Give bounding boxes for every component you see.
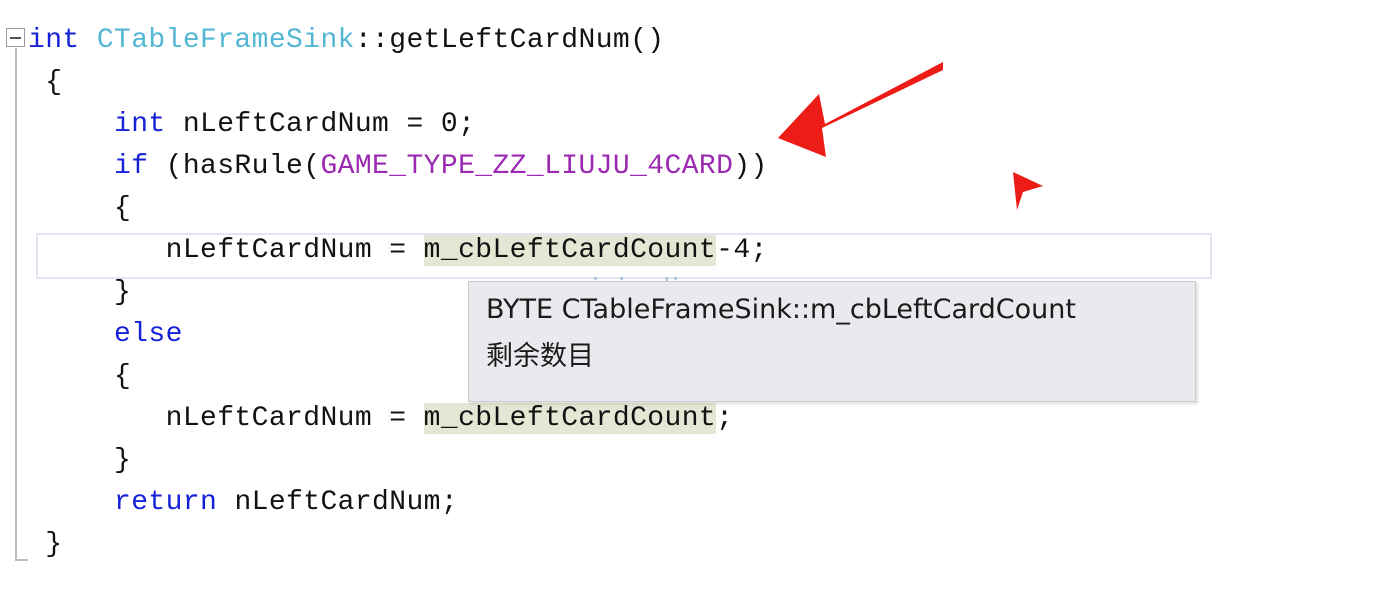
line-close-brace-token-0: } (28, 529, 63, 560)
line-if-hasrule-token-3: )) (733, 151, 768, 182)
line-if-hasrule-token-0: if (28, 151, 166, 182)
line-else-close-brace-token-0: } (28, 445, 132, 476)
line-if-hasrule-token-2: GAME_TYPE_ZZ_LIUJU_4CARD (320, 151, 734, 182)
line-if-open-brace-token-0: { (28, 193, 132, 224)
line-signature-token-1: CTableFrameSink (96, 25, 355, 56)
line-signature-token-0: int (28, 25, 97, 56)
line-assign-minus4[interactable]: nLeftCardNum = m_cbLeftCardCount-4; (28, 230, 768, 272)
line-signature-token-2: ::getLeftCardNum() (354, 25, 665, 56)
line-assign-minus4-token-1: m_cbLeftCardCount (423, 235, 717, 266)
line-open-brace-token-0: { (28, 67, 63, 98)
line-signature[interactable]: int CTableFrameSink::getLeftCardNum() (28, 20, 665, 62)
line-assign-plain-token-2: ; (716, 403, 734, 434)
line-decl-nleftcardnum-token-1: nLeftCardNum = 0; (182, 109, 476, 140)
line-decl-nleftcardnum-token-0: int (28, 109, 183, 140)
tooltip-signature: BYTE CTableFrameSink::m_cbLeftCardCount (486, 294, 1076, 325)
line-assign-minus4-token-2: -4; (716, 235, 768, 266)
line-if-close-brace-token-0: } (28, 277, 132, 308)
line-assign-plain-token-1: m_cbLeftCardCount (423, 403, 717, 434)
line-if-hasrule-token-1: (hasRule( (165, 151, 321, 182)
line-decl-nleftcardnum[interactable]: int nLeftCardNum = 0; (28, 104, 475, 146)
line-close-brace[interactable]: } (28, 524, 62, 566)
line-return-token-0: return (28, 487, 235, 518)
tooltip-description: 剩余数目 (486, 341, 594, 372)
red-pointer-arrow-icon (778, 62, 943, 157)
line-assign-plain-token-0: nLeftCardNum = (28, 403, 424, 434)
line-else-open-brace[interactable]: { (28, 356, 131, 398)
line-if-open-brace[interactable]: { (28, 188, 131, 230)
line-assign-minus4-token-0: nLeftCardNum = (28, 235, 424, 266)
line-open-brace[interactable]: { (28, 62, 62, 104)
line-else-close-brace[interactable]: } (28, 440, 131, 482)
line-assign-plain[interactable]: nLeftCardNum = m_cbLeftCardCount; (28, 398, 733, 440)
line-return[interactable]: return nLeftCardNum; (28, 482, 458, 524)
quick-info-tooltip: BYTE CTableFrameSink::m_cbLeftCardCount … (468, 281, 1196, 402)
line-return-token-1: nLeftCardNum; (234, 487, 459, 518)
line-else[interactable]: else (28, 314, 183, 356)
code-editor[interactable]: int CTableFrameSink::getLeftCardNum() { … (0, 0, 1380, 600)
line-if-close-brace[interactable]: } (28, 272, 131, 314)
line-else-token-0: else (28, 319, 183, 350)
red-triangle-cursor-icon (1013, 172, 1043, 210)
line-if-hasrule[interactable]: if (hasRule(GAME_TYPE_ZZ_LIUJU_4CARD)) (28, 146, 768, 188)
line-else-open-brace-token-0: { (28, 361, 132, 392)
